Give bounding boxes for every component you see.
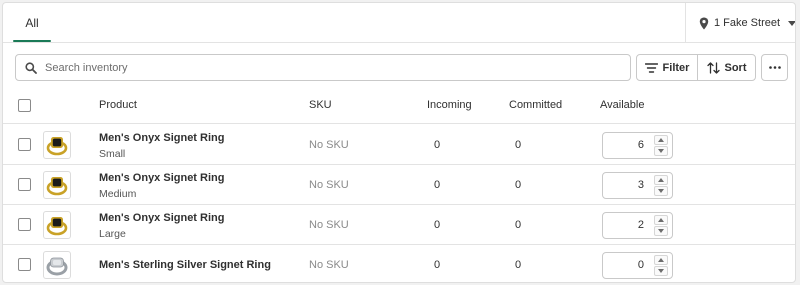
gold-onyx-ring-icon [46, 217, 68, 236]
decrement-button[interactable] [654, 186, 668, 196]
increment-button[interactable] [654, 215, 668, 225]
silver-ring-icon [46, 257, 68, 276]
caret-down-icon [788, 20, 795, 26]
chevron-down-icon [658, 149, 664, 153]
product-name[interactable]: Men's Onyx Signet Ring [99, 172, 224, 184]
chevron-down-icon [658, 229, 664, 233]
row-checkbox[interactable] [18, 218, 31, 231]
filter-label: Filter [662, 61, 690, 74]
decrement-button[interactable] [654, 146, 668, 156]
filter-button[interactable]: Filter [637, 55, 698, 80]
sort-button[interactable]: Sort [698, 55, 755, 80]
sort-label: Sort [724, 61, 747, 74]
committed-value: 0 [515, 179, 522, 191]
chevron-up-icon [658, 178, 664, 182]
product-thumbnail [43, 211, 71, 239]
column-header-incoming: Incoming [427, 99, 472, 111]
gold-onyx-ring-icon [46, 177, 68, 196]
available-quantity-stepper[interactable]: 0 [602, 252, 673, 279]
table-header: Product SKU Incoming Committed Available [3, 87, 795, 124]
decrement-button[interactable] [654, 266, 668, 276]
available-quantity-stepper[interactable]: 3 [602, 172, 673, 199]
available-quantity-value[interactable]: 3 [638, 173, 644, 198]
table-row: Men's Onyx Signet Ring Large No SKU 0 0 … [3, 205, 795, 245]
location-selector[interactable]: 1 Fake Street [685, 3, 795, 43]
product-variant: Large [99, 228, 126, 240]
column-header-sku: SKU [309, 99, 332, 111]
inventory-card: All 1 Fake Street Filter [2, 2, 796, 283]
product-thumbnail [43, 131, 71, 159]
sku-value: No SKU [309, 219, 349, 231]
column-header-available: Available [600, 99, 645, 111]
tab-all[interactable]: All [13, 3, 51, 43]
chevron-down-icon [658, 189, 664, 193]
product-variant: Medium [99, 188, 137, 200]
increment-button[interactable] [654, 255, 668, 265]
row-checkbox[interactable] [18, 258, 31, 271]
table-row: Men's Sterling Silver Signet Ring No SKU… [3, 245, 795, 282]
product-variant: Small [99, 148, 126, 160]
product-thumbnail [43, 251, 71, 279]
decrement-button[interactable] [654, 226, 668, 236]
column-header-committed: Committed [509, 99, 563, 111]
committed-value: 0 [515, 139, 522, 151]
chevron-up-icon [658, 218, 664, 222]
sku-value: No SKU [309, 139, 349, 151]
row-checkbox[interactable] [18, 138, 31, 151]
sort-icon [706, 61, 720, 74]
chevron-down-icon [658, 269, 664, 273]
tab-bar: All 1 Fake Street [3, 3, 795, 43]
committed-value: 0 [515, 259, 522, 271]
more-horizontal-icon [768, 66, 781, 69]
more-actions-button[interactable] [761, 54, 788, 81]
product-thumbnail [43, 171, 71, 199]
location-label: 1 Fake Street [714, 17, 781, 29]
incoming-value: 0 [434, 139, 441, 151]
sku-value: No SKU [309, 259, 349, 271]
sku-value: No SKU [309, 179, 349, 191]
search-field[interactable] [15, 54, 631, 81]
select-all-checkbox[interactable] [18, 99, 31, 112]
table-row: Men's Onyx Signet Ring Small No SKU 0 0 … [3, 125, 795, 165]
increment-button[interactable] [654, 175, 668, 185]
committed-value: 0 [515, 219, 522, 231]
chevron-up-icon [658, 258, 664, 262]
product-name[interactable]: Men's Onyx Signet Ring [99, 132, 224, 144]
chevron-up-icon [658, 138, 664, 142]
tab-active-indicator [13, 40, 51, 42]
filter-sort-group: Filter Sort [636, 54, 756, 81]
incoming-value: 0 [434, 259, 441, 271]
available-quantity-stepper[interactable]: 6 [602, 132, 673, 159]
row-checkbox[interactable] [18, 178, 31, 191]
product-name[interactable]: Men's Sterling Silver Signet Ring [99, 259, 271, 271]
available-quantity-stepper[interactable]: 2 [602, 212, 673, 239]
incoming-value: 0 [434, 179, 441, 191]
search-icon [25, 61, 37, 74]
available-quantity-value[interactable]: 2 [638, 213, 644, 238]
map-pin-icon [699, 17, 709, 29]
product-name[interactable]: Men's Onyx Signet Ring [99, 212, 224, 224]
column-header-product: Product [99, 99, 137, 111]
available-quantity-value[interactable]: 6 [638, 133, 644, 158]
search-input[interactable] [45, 61, 605, 74]
incoming-value: 0 [434, 219, 441, 231]
increment-button[interactable] [654, 135, 668, 145]
filter-icon [644, 62, 658, 73]
available-quantity-value[interactable]: 0 [638, 253, 644, 278]
table-row: Men's Onyx Signet Ring Medium No SKU 0 0… [3, 165, 795, 205]
gold-onyx-ring-icon [46, 137, 68, 156]
